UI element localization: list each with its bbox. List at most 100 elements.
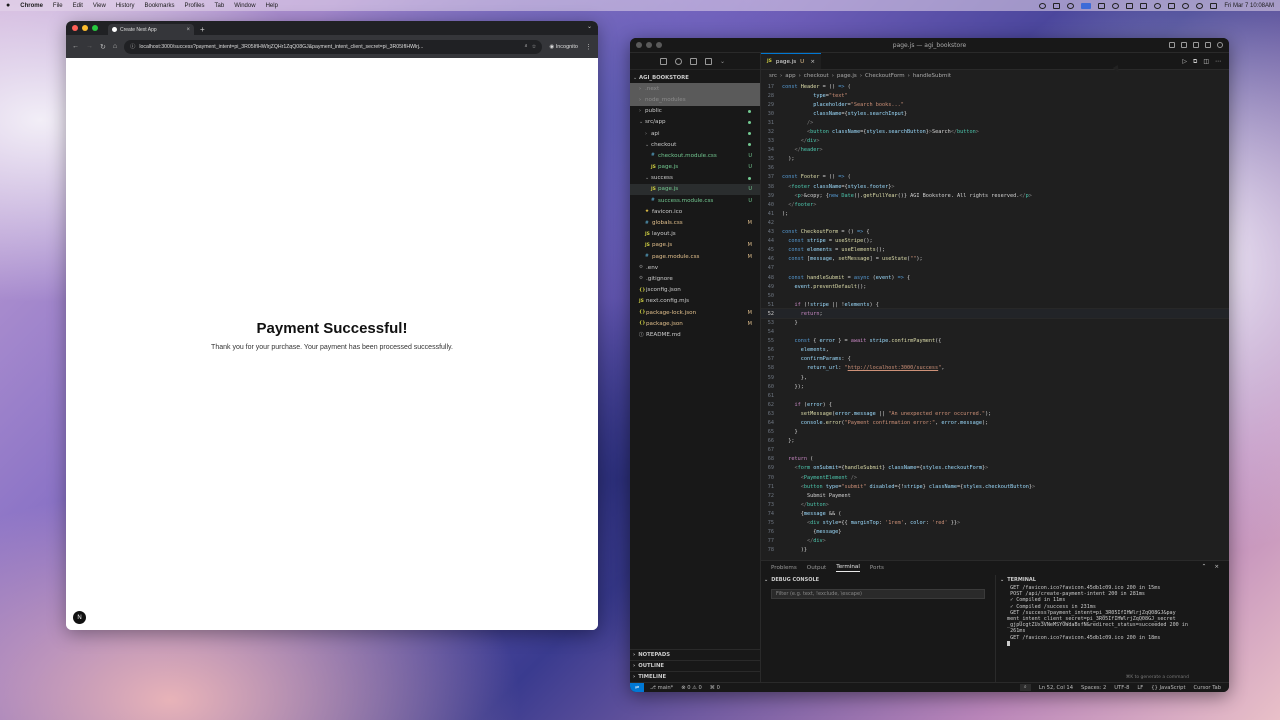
code-line[interactable]: 41); — [761, 209, 1229, 218]
tree-item[interactable]: ⌄ checkout — [630, 139, 760, 150]
display-icon[interactable] — [1098, 2, 1106, 9]
tree-item[interactable]: ⌄ src/app — [630, 117, 760, 128]
line-content[interactable]: elements, — [782, 347, 829, 353]
active-app-icon[interactable] — [1081, 2, 1092, 9]
line-content[interactable]: type="text" — [782, 93, 847, 99]
line-content[interactable]: <button className={styles.searchButton}>… — [782, 129, 979, 135]
line-content[interactable]: <footer className={styles.footer}> — [782, 184, 894, 190]
code-line[interactable]: 54 — [761, 328, 1229, 337]
browser-tab[interactable]: Create Next App × — [108, 24, 194, 35]
line-content[interactable]: setMessage(error.message || "An unexpect… — [782, 411, 992, 417]
close-tab-icon[interactable]: × — [186, 27, 190, 33]
code-line[interactable]: 28 type="text" — [761, 91, 1229, 100]
reload-icon[interactable]: ↻ — [100, 43, 106, 51]
line-content[interactable]: <div style={{ marginTop: '1rem', color: … — [782, 520, 960, 526]
line-content[interactable]: }, — [782, 375, 807, 381]
line-content[interactable]: if (!stripe || !elements) { — [782, 302, 879, 308]
tree-item[interactable]: {} jsconfig.json — [630, 285, 760, 296]
tree-item[interactable]: JS page.js M — [630, 240, 760, 251]
tab-search-icon[interactable]: ⌄ — [587, 23, 592, 30]
line-content[interactable]: } — [782, 429, 797, 435]
code-line[interactable]: 61 — [761, 391, 1229, 400]
code-line[interactable]: 62 if (error) { — [761, 400, 1229, 409]
zoom-icon[interactable]: ⌕ — [1019, 684, 1031, 691]
toggle-sidebar-icon[interactable] — [1169, 42, 1175, 48]
tree-item[interactable]: JS page.js U — [630, 162, 760, 173]
line-content[interactable]: )} — [782, 547, 807, 553]
explorer-root[interactable]: ⌄ AGI_BOOKSTORE — [630, 72, 760, 83]
source-control-icon[interactable] — [690, 57, 697, 65]
line-content[interactable]: /> — [782, 120, 813, 126]
code-line[interactable]: 49 event.preventDefault(); — [761, 282, 1229, 291]
line-content[interactable]: </header> — [782, 147, 823, 153]
code-line[interactable]: 78 )} — [761, 546, 1229, 555]
code-line[interactable]: 58 return_url: "http://localhost:3000/su… — [761, 364, 1229, 373]
code-line[interactable]: 60 }); — [761, 382, 1229, 391]
line-content[interactable]: const CheckoutForm = () => { — [782, 229, 869, 235]
line-content[interactable]: <p>&copy; {new Date().getFullYear()} AGI… — [782, 193, 1032, 199]
line-content[interactable]: ); — [782, 156, 794, 162]
spotlight-icon[interactable] — [1196, 2, 1204, 9]
breadcrumb-item[interactable]: src — [769, 73, 777, 79]
code-line[interactable]: 73 </button> — [761, 500, 1229, 509]
line-content[interactable]: } — [782, 320, 797, 326]
code-line[interactable]: 67 — [761, 446, 1229, 455]
split-editor-icon[interactable]: ◫ — [1203, 58, 1209, 66]
code-line[interactable]: 53 } — [761, 318, 1229, 327]
line-content[interactable]: if (error) { — [782, 402, 833, 408]
menu-bookmarks[interactable]: Bookmarks — [145, 3, 175, 9]
line-content[interactable]: <button type="submit" disabled={!stripe}… — [782, 484, 1035, 490]
line-content[interactable]: const handleSubmit = async (event) => { — [782, 275, 910, 281]
extensions-icon[interactable] — [705, 57, 712, 65]
problems-status[interactable]: ⊗ 0 ⚠ 0 — [681, 685, 702, 691]
tree-item[interactable]: # page.module.css M — [630, 251, 760, 262]
line-content[interactable]: return; — [782, 311, 823, 317]
tab-terminal[interactable]: Terminal — [836, 564, 860, 572]
line-content[interactable]: const elements = useElements(); — [782, 247, 885, 253]
code-line[interactable]: 59 }, — [761, 373, 1229, 382]
debug-console-header[interactable]: ⌄ DEBUG CONSOLE — [761, 575, 995, 585]
code-line[interactable]: 63 setMessage(error.message || "An unexp… — [761, 409, 1229, 418]
line-content[interactable]: confirmParams: { — [782, 356, 851, 362]
run-icon[interactable]: ▷ — [1182, 58, 1187, 66]
line-content[interactable]: ); — [782, 211, 788, 217]
menu-file[interactable]: File — [53, 3, 63, 9]
code-line[interactable]: 37 const Footer = () => ( — [761, 173, 1229, 182]
code-line[interactable]: 47 — [761, 264, 1229, 273]
code-line[interactable]: 35 ); — [761, 155, 1229, 164]
menu-edit[interactable]: Edit — [73, 3, 83, 9]
line-ending[interactable]: LF — [1137, 685, 1143, 691]
section-notepads[interactable]: › NOTEPADS — [630, 649, 760, 660]
open-changes-icon[interactable]: ⧉ — [1193, 58, 1197, 66]
code-line[interactable]: 51 if (!stripe || !elements) { — [761, 300, 1229, 309]
code-line[interactable]: 46 const [message, setMessage] = useStat… — [761, 255, 1229, 264]
code-line[interactable]: 43 const CheckoutForm = () => { — [761, 228, 1229, 237]
section-outline[interactable]: › OUTLINE — [630, 660, 760, 671]
menu-history[interactable]: History — [116, 3, 135, 9]
code-line[interactable]: 40 </footer> — [761, 200, 1229, 209]
tree-item[interactable]: # success.module.css U — [630, 195, 760, 206]
battery-icon[interactable] — [1140, 2, 1148, 9]
line-content[interactable]: {message && ( — [782, 511, 842, 517]
line-content[interactable]: const [message, setMessage] = useState("… — [782, 256, 922, 262]
close-panel-icon[interactable]: × — [1214, 564, 1219, 570]
breadcrumb-item[interactable]: handleSubmit — [913, 73, 951, 79]
bookmark-star-icon[interactable]: ☆ — [532, 44, 537, 50]
tree-item[interactable]: › .next — [630, 83, 760, 95]
settings-gear-icon[interactable] — [1217, 42, 1223, 48]
line-content[interactable]: <form onSubmit={handleSubmit} className=… — [782, 465, 989, 471]
code-line[interactable]: 55 const { error } = await stripe.confir… — [761, 337, 1229, 346]
code-line[interactable]: 45 const elements = useElements(); — [761, 246, 1229, 255]
code-line[interactable]: 42 — [761, 218, 1229, 227]
line-content[interactable]: {message} — [782, 529, 841, 535]
code-line[interactable]: 39 <p>&copy; {new Date().getFullYear()} … — [761, 191, 1229, 200]
cloud-icon[interactable] — [1067, 2, 1075, 9]
menu-view[interactable]: View — [93, 3, 106, 9]
code-line[interactable]: 44 const stripe = useStripe(); — [761, 237, 1229, 246]
ports-status[interactable]: ⌘ 0 — [710, 685, 720, 691]
line-content[interactable]: }); — [782, 384, 803, 390]
code-line[interactable]: 70 <PaymentElement /> — [761, 473, 1229, 482]
code-line[interactable]: 33 </div> — [761, 137, 1229, 146]
line-content[interactable]: const { error } = await stripe.confirmPa… — [782, 338, 942, 344]
line-content[interactable]: </div> — [782, 138, 820, 144]
